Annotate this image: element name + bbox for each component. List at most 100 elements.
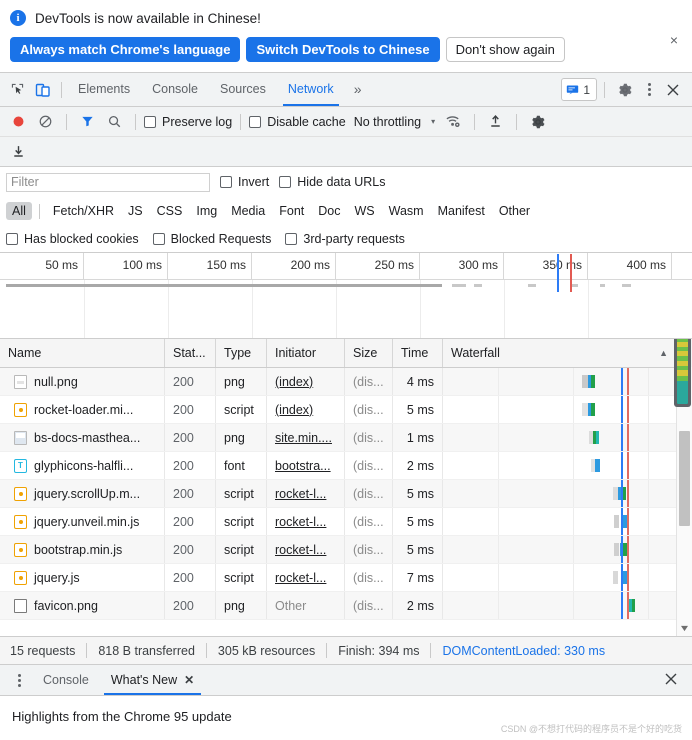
initiator-link[interactable]: rocket-l...: [275, 571, 326, 585]
tab-console[interactable]: Console: [141, 73, 209, 106]
column-header-name[interactable]: Name: [0, 339, 165, 367]
record-button[interactable]: [6, 109, 31, 134]
drawer-tab-console-label: Console: [43, 673, 89, 687]
console-message-badge[interactable]: 1: [561, 78, 597, 101]
column-header-type[interactable]: Type: [216, 339, 267, 367]
type-filter-css[interactable]: CSS: [151, 202, 189, 220]
clear-icon[interactable]: [33, 109, 58, 134]
filter-input[interactable]: [6, 172, 210, 192]
type-filter-media[interactable]: Media: [225, 202, 271, 220]
table-row[interactable]: favicon.png 200 png Other (dis... 2 ms: [0, 592, 692, 620]
cell-initiator[interactable]: rocket-l...: [267, 508, 345, 535]
type-filter-manifest[interactable]: Manifest: [432, 202, 491, 220]
search-icon[interactable]: [102, 109, 127, 134]
cell-initiator[interactable]: rocket-l...: [267, 536, 345, 563]
cell-initiator[interactable]: rocket-l...: [267, 480, 345, 507]
scrollbar-thumb[interactable]: [679, 431, 690, 526]
disable-cache-checkbox[interactable]: Disable cache: [249, 115, 346, 129]
table-row[interactable]: rocket-loader.mi... 200 script (index) (…: [0, 396, 692, 424]
dont-show-again-button[interactable]: Don't show again: [445, 37, 565, 62]
initiator-link[interactable]: (index): [275, 403, 313, 417]
drawer-tab-close-icon[interactable]: ✕: [184, 665, 194, 695]
gear-icon[interactable]: [612, 77, 638, 103]
drawer-close-icon[interactable]: [664, 672, 688, 689]
blocked-requests-checkbox[interactable]: Blocked Requests: [152, 232, 271, 246]
disable-cache-box[interactable]: [249, 115, 262, 128]
cell-initiator[interactable]: (index): [267, 368, 345, 395]
switch-devtools-language-button[interactable]: Switch DevTools to Chinese: [246, 37, 440, 62]
third-party-requests-box[interactable]: [285, 232, 298, 245]
tab-elements[interactable]: Elements: [67, 73, 141, 106]
drawer-kebab-menu-icon[interactable]: [10, 673, 28, 687]
invert-box[interactable]: [220, 176, 232, 188]
cell-initiator[interactable]: (index): [267, 396, 345, 423]
initiator-link[interactable]: rocket-l...: [275, 487, 326, 501]
cell-name: null.png: [0, 368, 165, 395]
table-row[interactable]: bs-docs-masthea... 200 png site.min.... …: [0, 424, 692, 452]
chevron-down-icon[interactable]: ▾: [431, 117, 435, 126]
table-scrollbar[interactable]: [674, 339, 692, 636]
import-har-icon[interactable]: [483, 109, 508, 134]
initiator-link[interactable]: rocket-l...: [275, 515, 326, 529]
type-filter-wasm[interactable]: Wasm: [383, 202, 430, 220]
dom-content-loaded-marker: [557, 254, 559, 292]
table-row[interactable]: jquery.unveil.min.js 200 script rocket-l…: [0, 508, 692, 536]
export-har-icon[interactable]: [6, 139, 31, 164]
more-tabs-icon[interactable]: »: [345, 73, 371, 106]
initiator-link[interactable]: bootstra...: [275, 459, 331, 473]
invert-checkbox[interactable]: Invert: [220, 175, 269, 189]
type-filter-img[interactable]: Img: [190, 202, 223, 220]
hide-data-urls-box[interactable]: [279, 176, 292, 188]
close-devtools-icon[interactable]: [660, 77, 686, 103]
type-filter-ws[interactable]: WS: [348, 202, 380, 220]
throttling-select[interactable]: No throttling: [354, 115, 421, 129]
table-row[interactable]: bootstrap.min.js 200 script rocket-l... …: [0, 536, 692, 564]
network-conditions-icon[interactable]: [441, 109, 466, 134]
type-filter-other[interactable]: Other: [493, 202, 536, 220]
table-row[interactable]: jquery.scrollUp.m... 200 script rocket-l…: [0, 480, 692, 508]
cell-initiator[interactable]: site.min....: [267, 424, 345, 451]
column-header-size[interactable]: Size: [345, 339, 393, 367]
table-row[interactable]: null.png 200 png (index) (dis... 4 ms: [0, 368, 692, 396]
cell-initiator[interactable]: bootstra...: [267, 452, 345, 479]
tab-sources[interactable]: Sources: [209, 73, 277, 106]
tab-network[interactable]: Network: [277, 73, 345, 106]
hide-data-urls-checkbox[interactable]: Hide data URLs: [279, 175, 386, 189]
summary-finish: Finish: 394 ms: [338, 643, 420, 658]
filter-icon[interactable]: [75, 109, 100, 134]
type-filter-fetch-xhr[interactable]: Fetch/XHR: [47, 202, 120, 220]
column-header-status[interactable]: Stat...: [165, 339, 216, 367]
third-party-requests-checkbox[interactable]: 3rd-party requests: [285, 232, 405, 246]
kebab-menu-icon[interactable]: [640, 83, 658, 96]
table-row[interactable]: T glyphicons-halfli... 200 font bootstra…: [0, 452, 692, 480]
network-settings-gear-icon[interactable]: [525, 109, 550, 134]
preserve-log-checkbox[interactable]: Preserve log: [144, 115, 232, 129]
column-header-waterfall[interactable]: Waterfall ▲: [443, 339, 692, 367]
has-blocked-cookies-box[interactable]: [6, 232, 18, 245]
column-header-time[interactable]: Time: [393, 339, 443, 367]
column-header-initiator[interactable]: Initiator: [267, 339, 345, 367]
banner-close-icon[interactable]: ×: [665, 31, 683, 49]
cell-type: png: [216, 592, 267, 619]
type-filter-all[interactable]: All: [6, 202, 32, 220]
drawer-tab-console[interactable]: Console: [32, 665, 100, 695]
network-overview[interactable]: 50 ms 100 ms 150 ms 200 ms 250 ms 300 ms…: [0, 253, 692, 339]
cell-initiator[interactable]: rocket-l...: [267, 564, 345, 591]
initiator-link[interactable]: site.min....: [275, 431, 332, 445]
blocked-requests-box[interactable]: [152, 232, 165, 245]
always-match-language-button[interactable]: Always match Chrome's language: [10, 37, 241, 62]
network-toolbar-row2: [0, 137, 692, 167]
type-filter-doc[interactable]: Doc: [312, 202, 346, 220]
type-filter-font[interactable]: Font: [273, 202, 310, 220]
has-blocked-cookies-checkbox[interactable]: Has blocked cookies: [6, 232, 139, 246]
whats-new-heading: Highlights from the Chrome 95 update: [12, 709, 232, 724]
table-row[interactable]: jquery.js 200 script rocket-l... (dis...…: [0, 564, 692, 592]
scroll-down-arrow[interactable]: [677, 621, 692, 636]
device-toolbar-icon[interactable]: [30, 77, 56, 103]
initiator-link[interactable]: (index): [275, 375, 313, 389]
drawer-tab-whats-new[interactable]: What's New ✕: [100, 665, 205, 695]
initiator-link[interactable]: rocket-l...: [275, 543, 326, 557]
inspect-element-icon[interactable]: [4, 77, 30, 103]
preserve-log-box[interactable]: [144, 115, 156, 128]
type-filter-js[interactable]: JS: [122, 202, 149, 220]
